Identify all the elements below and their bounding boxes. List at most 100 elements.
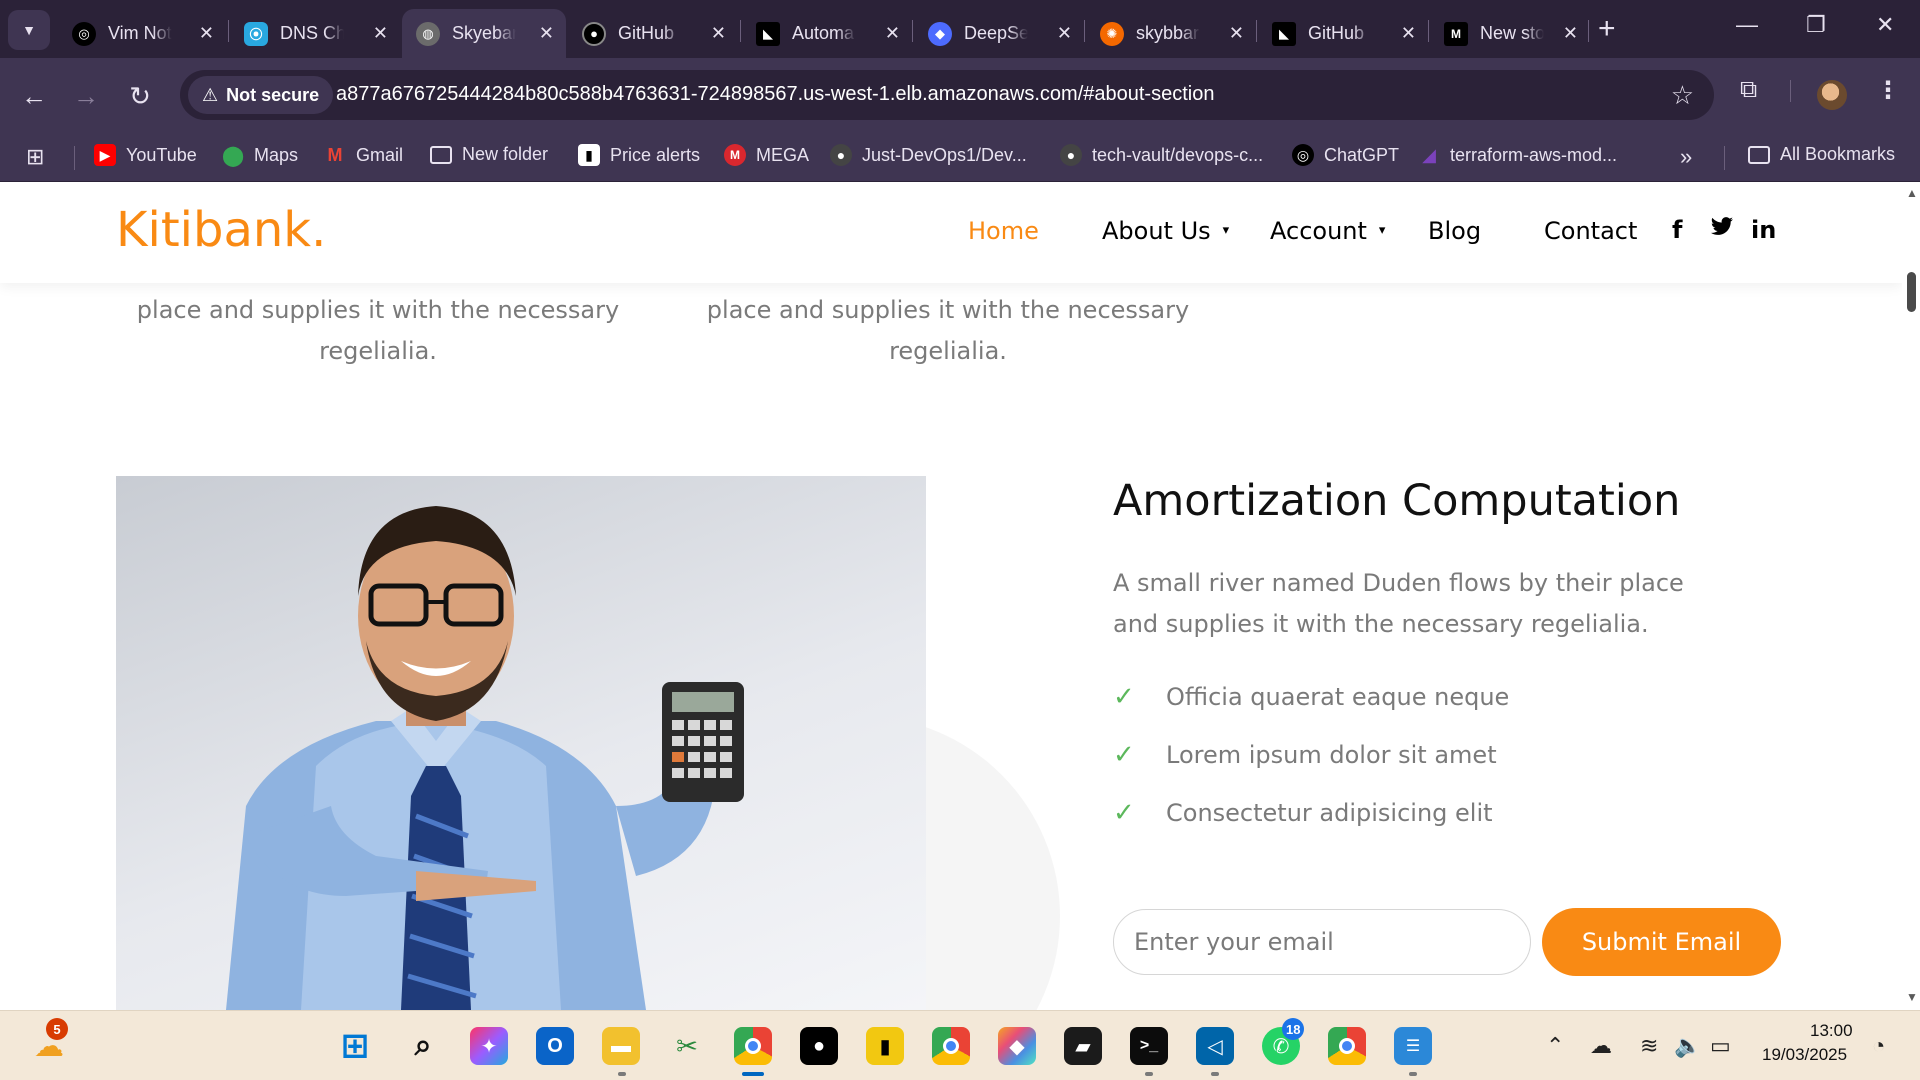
bookmark-gmail[interactable]: M Gmail <box>324 144 404 166</box>
tab-github-2[interactable]: ◣ GitHub ✕ <box>1258 9 1428 58</box>
snip-sketch-icon[interactable]: ▰ <box>1064 1027 1102 1065</box>
file-explorer-icon[interactable]: ▬ <box>602 1027 640 1065</box>
hero-photo-man-with-calculator <box>116 476 926 1010</box>
maps-pin-icon: ⬤ <box>221 144 245 167</box>
tab-medium[interactable]: M New sto ✕ <box>1430 9 1590 58</box>
bookmark-price-alerts[interactable]: ▮ Price alerts <box>578 144 700 166</box>
address-bar[interactable]: ⚠ Not secure a877a676725444284b80c588b47… <box>180 70 1714 120</box>
arrow-right-icon: → <box>73 80 99 111</box>
openai-icon: ◎ <box>1292 144 1314 166</box>
bookmark-mega[interactable]: M MEGA <box>724 144 809 166</box>
tab-github[interactable]: ● GitHub ✕ <box>568 9 738 58</box>
onedrive-cloud-icon[interactable]: ☁ <box>1590 1033 1612 1059</box>
email-field[interactable] <box>1113 909 1531 975</box>
more-menu-icon[interactable]: ⋮ <box>1876 76 1900 105</box>
nav-about-us[interactable]: About Us ▾ <box>1102 217 1229 245</box>
vscode-icon[interactable]: ◁ <box>1196 1027 1234 1065</box>
notepad-icon[interactable]: ☰ <box>1394 1027 1432 1065</box>
close-icon[interactable]: ✕ <box>539 23 554 44</box>
bookmark-chatgpt[interactable]: ◎ ChatGPT <box>1292 144 1399 166</box>
bookmark-terraform[interactable]: ◢ terraform-aws-mod... <box>1418 144 1617 166</box>
tab-automa[interactable]: ◣ Automa ✕ <box>742 9 912 58</box>
close-icon[interactable]: ✕ <box>199 23 214 44</box>
profile-avatar[interactable] <box>1817 80 1847 110</box>
scroll-up-icon[interactable]: ▲ <box>1906 186 1918 200</box>
close-icon[interactable]: ✕ <box>373 23 388 44</box>
close-icon[interactable]: ✕ <box>711 23 726 44</box>
scrollbar-thumb[interactable] <box>1907 272 1916 312</box>
clock-date[interactable]: 19/03/2025 <box>1762 1045 1847 1065</box>
nav-account[interactable]: Account ▾ <box>1270 217 1385 245</box>
bookmarks-bar: ⊞ ▶ YouTube ⬤ Maps M Gmail New folder ▮ … <box>0 132 1920 182</box>
folder-icon <box>430 145 452 164</box>
clock-time[interactable]: 13:00 <box>1810 1021 1853 1041</box>
security-indicator[interactable]: ⚠ Not secure <box>188 76 334 114</box>
forward-button[interactable]: → <box>66 76 106 116</box>
github-icon: ◣ <box>1272 21 1296 46</box>
power-bi-icon[interactable]: ▮ <box>866 1027 904 1065</box>
bookmark-youtube[interactable]: ▶ YouTube <box>94 144 197 166</box>
bookmark-maps[interactable]: ⬤ Maps <box>221 144 298 167</box>
close-icon[interactable]: ✕ <box>885 23 900 44</box>
bookmark-tech-vault[interactable]: ● tech-vault/devops-c... <box>1060 144 1263 166</box>
reload-button[interactable]: ↻ <box>120 76 160 116</box>
copilot-icon[interactable]: ✦ <box>470 1027 508 1065</box>
scroll-down-icon[interactable]: ▼ <box>1906 990 1918 1004</box>
all-bookmarks[interactable]: All Bookmarks <box>1748 144 1895 165</box>
github-desktop-icon[interactable]: ● <box>800 1027 838 1065</box>
tab-dns-checker[interactable]: ⦿ DNS Ch ✕ <box>230 9 400 58</box>
close-window-button[interactable]: ✕ <box>1876 12 1894 38</box>
nav-home[interactable]: Home <box>968 217 1039 245</box>
back-button[interactable]: ← <box>14 76 54 116</box>
new-tab-button[interactable]: + <box>1598 12 1616 46</box>
whatsapp-badge: 18 <box>1282 1018 1305 1040</box>
automa-icon: ◣ <box>756 21 780 46</box>
tab-deepseek[interactable]: ◆ DeepSe ✕ <box>914 9 1084 58</box>
reload-icon: ↻ <box>129 80 151 111</box>
windows-taskbar: ☁ 5 ⊞ ⌕ ✦ O ▬ ✂ ● ▮ ◆ ▰ >_ ◁ ✆ 18 ☰ ⌃ ☁ … <box>0 1010 1920 1080</box>
chrome-icon[interactable] <box>932 1027 970 1065</box>
snipping-tool-icon[interactable]: ✂ <box>668 1027 706 1065</box>
chrome-profile-icon[interactable] <box>1328 1027 1366 1065</box>
chrome-active-icon[interactable] <box>734 1027 772 1065</box>
close-icon[interactable]: ✕ <box>1401 23 1416 44</box>
tab-skyebank-active[interactable]: ◍ Skyeban ✕ <box>402 9 566 58</box>
bookmark-new-folder[interactable]: New folder <box>430 144 548 165</box>
twitter-icon[interactable] <box>1710 216 1734 244</box>
more-bookmarks-icon[interactable]: » <box>1680 144 1692 170</box>
volume-icon[interactable]: 🔈 <box>1674 1033 1701 1059</box>
apps-grid-icon[interactable]: ⊞ <box>26 144 44 170</box>
chevron-up-icon[interactable]: ⌃ <box>1546 1033 1564 1059</box>
tab-divider <box>1084 20 1085 42</box>
site-logo[interactable]: Kitibank. <box>116 202 326 258</box>
tab-vim-notes[interactable]: ◎ Vim Not ✕ <box>58 9 226 58</box>
windows-start-icon[interactable]: ⊞ <box>336 1027 374 1065</box>
nav-blog[interactable]: Blog <box>1428 217 1481 245</box>
extensions-puzzle-icon[interactable]: ⧉ <box>1740 76 1757 104</box>
bookmark-star-icon[interactable]: ☆ <box>1671 80 1694 111</box>
tab-search-button[interactable]: ▼ <box>8 10 50 50</box>
wifi-icon[interactable]: ≋ <box>1640 1033 1658 1059</box>
bookmark-just-devops[interactable]: ● Just-DevOps1/Dev... <box>830 144 1027 166</box>
url-text[interactable]: a877a676725444284b80c588b4763631-7248985… <box>336 83 1214 106</box>
minimize-button[interactable]: — <box>1736 12 1758 38</box>
facebook-icon[interactable]: f <box>1672 216 1682 244</box>
gemini-app-icon[interactable]: ◆ <box>998 1027 1036 1065</box>
youtube-icon: ▶ <box>94 144 116 166</box>
linkedin-icon[interactable]: in <box>1751 216 1776 244</box>
tab-grafana[interactable]: ✺ skybbar ✕ <box>1086 9 1256 58</box>
outlook-icon[interactable]: O <box>536 1027 574 1065</box>
submit-email-button[interactable]: Submit Email <box>1542 908 1781 976</box>
close-icon[interactable]: ✕ <box>1563 23 1578 44</box>
close-icon[interactable]: ✕ <box>1057 23 1072 44</box>
chevron-down-icon: ▼ <box>22 22 36 38</box>
terminal-icon[interactable]: >_ <box>1130 1027 1168 1065</box>
notification-bell-icon[interactable]: ◔ <box>1872 1033 1885 1059</box>
close-icon[interactable]: ✕ <box>1229 23 1244 44</box>
search-icon[interactable]: ⌕ <box>404 1027 442 1065</box>
medium-icon: M <box>1444 21 1468 46</box>
battery-icon[interactable]: ▭ <box>1710 1033 1731 1059</box>
nav-contact[interactable]: Contact <box>1544 217 1637 245</box>
restore-button[interactable]: ❐ <box>1806 12 1826 38</box>
page-scrollbar[interactable]: ▲ ▼ <box>1902 182 1920 1010</box>
